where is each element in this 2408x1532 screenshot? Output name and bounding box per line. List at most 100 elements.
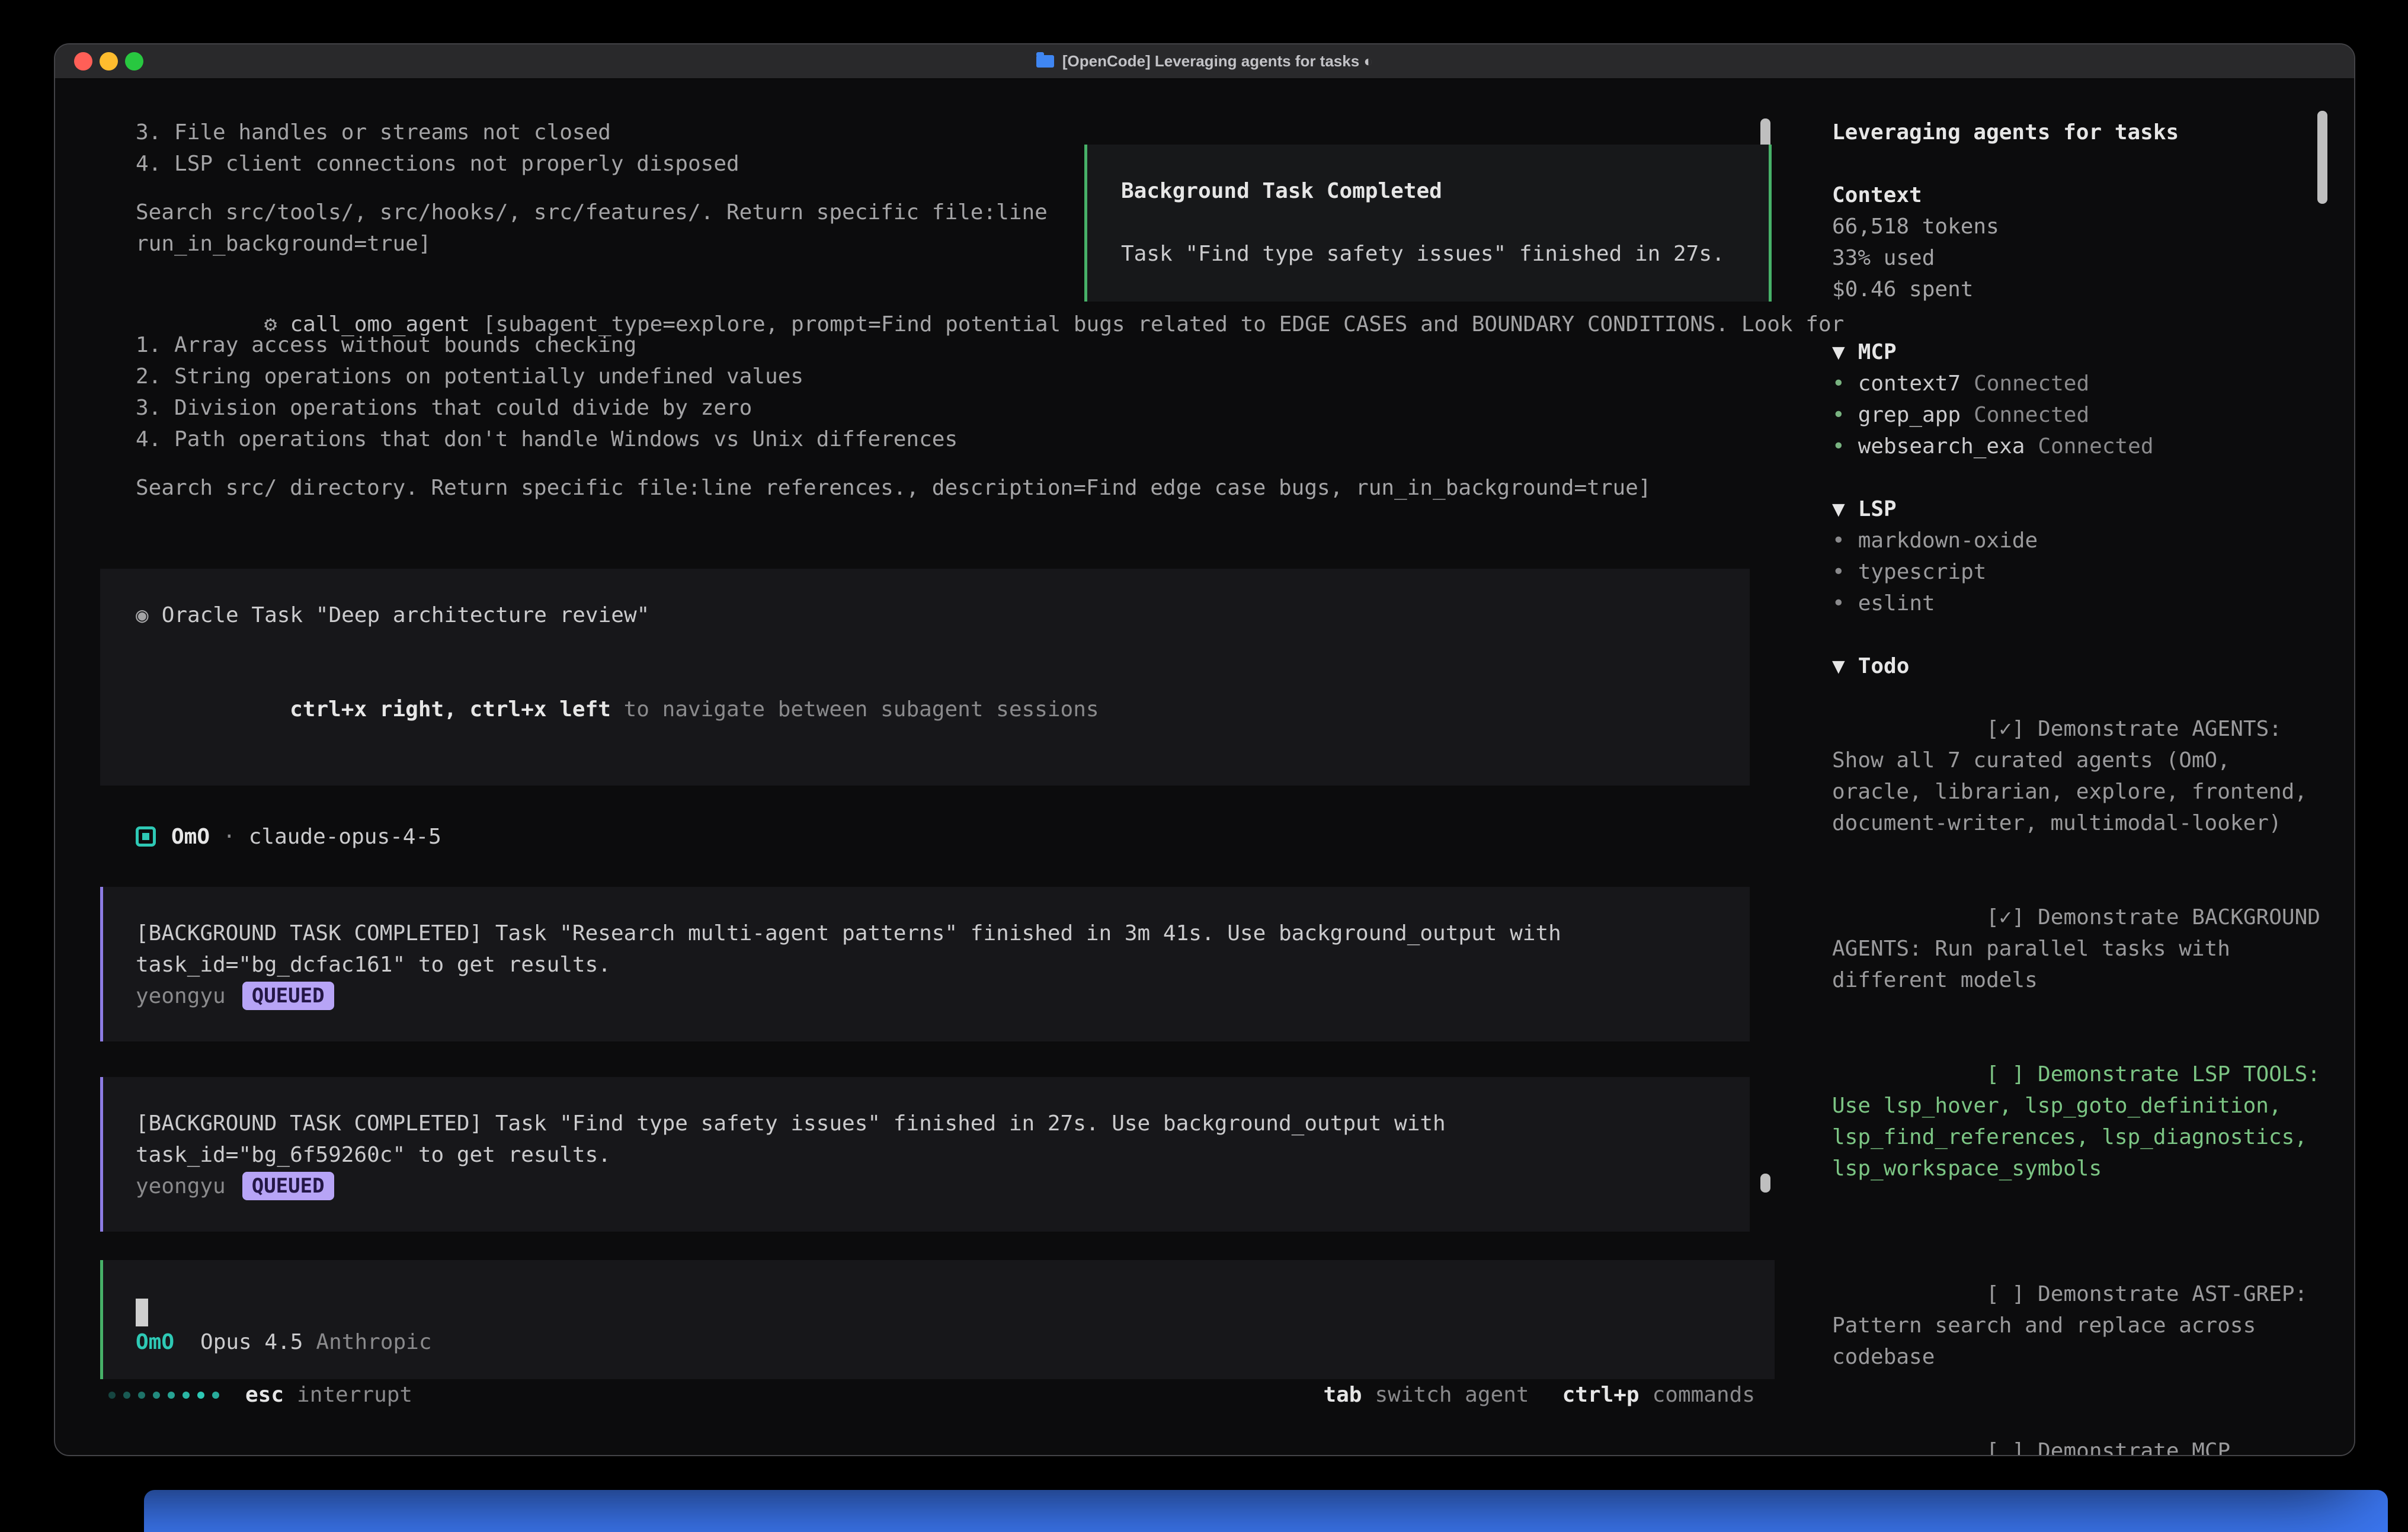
checkbox-empty-icon: [ ] xyxy=(1986,1282,2025,1306)
chevron-down-icon: ▼ xyxy=(1832,340,1845,364)
background-task-message: [BACKGROUND TASK COMPLETED] Task "Resear… xyxy=(100,887,1750,1041)
esc-key: esc xyxy=(245,1379,284,1411)
desktop-background: [OpenCode] Leveraging agents for tasks ◐… xyxy=(0,0,2408,1532)
session-title: Leveraging agents for tasks xyxy=(1832,117,2323,148)
oracle-task-title: Oracle Task "Deep architecture review" xyxy=(162,603,650,627)
mcp-heading: MCP xyxy=(1858,340,1897,364)
toast-body: Task "Find type safety issues" finished … xyxy=(1121,238,1751,270)
toast-title: Background Task Completed xyxy=(1121,175,1751,207)
queued-badge: QUEUED xyxy=(242,1172,334,1200)
tool-call-item: 3. Division operations that could divide… xyxy=(136,392,1771,424)
bullet-icon: • xyxy=(1832,371,1845,396)
status-bar: esc interrupt tab switch agent ctrl+p co… xyxy=(55,1379,1773,1411)
tab-key: tab xyxy=(1323,1379,1362,1411)
scrollbar-thumb[interactable] xyxy=(1760,1174,1770,1193)
agent-name: OmO xyxy=(171,821,210,852)
tab-hint: tab switch agent xyxy=(1323,1379,1529,1411)
lsp-heading: LSP xyxy=(1858,497,1897,521)
window-title-text: [OpenCode] Leveraging agents for tasks ◐ xyxy=(1062,52,1373,70)
agent-separator: · xyxy=(223,821,236,852)
prompt-input[interactable]: OmO Opus 4.5 Anthropic xyxy=(100,1260,1775,1379)
text-cursor xyxy=(136,1299,148,1326)
lsp-item: • markdown-oxide xyxy=(1832,525,2323,556)
background-task-toast: Background Task Completed Task "Find typ… xyxy=(1084,145,1772,302)
mcp-status: Connected xyxy=(1974,371,2089,396)
ctrlp-label: commands xyxy=(1653,1379,1755,1411)
mcp-name: websearch_exa xyxy=(1858,434,2025,459)
chat-transcript: 3. File handles or streams not closed 4.… xyxy=(55,79,1773,1455)
ctrlp-key: ctrl+p xyxy=(1562,1379,1640,1411)
lsp-name: markdown-oxide xyxy=(1858,528,2038,553)
todo-text: Demonstrate MCP INTEGRATIONS: Use contex… xyxy=(1832,1439,2243,1456)
input-provider-name: Anthropic xyxy=(316,1326,431,1358)
context-heading: Context xyxy=(1832,180,2323,211)
esc-hint: esc interrupt xyxy=(245,1379,412,1411)
transcript-line: 3. File handles or streams not closed xyxy=(136,117,1771,148)
oracle-task-panel: ◉Oracle Task "Deep architecture review" … xyxy=(100,569,1750,786)
todo-text: Demonstrate BACKGROUND AGENTS: Run paral… xyxy=(1832,905,2333,992)
mcp-status: Connected xyxy=(2038,434,2153,459)
mcp-name: grep_app xyxy=(1858,403,1961,427)
lsp-item: • typescript xyxy=(1832,556,2323,588)
checkbox-checked-icon: [✓] xyxy=(1986,905,2025,930)
lsp-name: typescript xyxy=(1858,560,1987,584)
oracle-hint-keys: ctrl+x right, ctrl+x left xyxy=(290,697,611,722)
todo-section-toggle[interactable]: ▼ Todo xyxy=(1832,650,2323,682)
input-model-name: Opus 4.5 xyxy=(200,1326,303,1358)
tool-call-item: 1. Array access without bounds checking xyxy=(136,329,1771,361)
folder-icon xyxy=(1036,55,1054,68)
todo-item: [✓]Demonstrate AGENTS: Show all 7 curate… xyxy=(1832,682,2323,870)
bullet-icon: • xyxy=(1832,560,1845,584)
mcp-name: context7 xyxy=(1858,371,1961,396)
tab-label: switch agent xyxy=(1375,1379,1529,1411)
todo-item: [ ]Demonstrate MCP INTEGRATIONS: Use con… xyxy=(1832,1404,2323,1456)
model-indicator: OmO Opus 4.5 Anthropic xyxy=(136,1326,1775,1358)
scrollbar-thumb[interactable] xyxy=(2317,111,2327,204)
message-author: yeongyu xyxy=(136,1171,226,1202)
checkbox-checked-icon: [✓] xyxy=(1986,717,2025,741)
mcp-section-toggle[interactable]: ▼ MCP xyxy=(1832,336,2323,368)
esc-label: interrupt xyxy=(297,1379,412,1411)
chevron-down-icon: ▼ xyxy=(1832,497,1845,521)
todo-text: Demonstrate AGENTS: Show all 7 curated a… xyxy=(1832,717,2320,835)
mcp-item: • grep_app Connected xyxy=(1832,399,2323,431)
checkbox-empty-icon: [ ] xyxy=(1986,1062,2025,1086)
bullet-icon: • xyxy=(1832,434,1845,459)
mcp-item: • websearch_exa Connected xyxy=(1832,431,2323,462)
lsp-section-toggle[interactable]: ▼ LSP xyxy=(1832,493,2323,525)
tool-call-item: 2. String operations on potentially unde… xyxy=(136,361,1771,392)
sidebar: Leveraging agents for tasks Context 66,5… xyxy=(1773,79,2355,1455)
input-agent-name: OmO xyxy=(136,1326,174,1358)
queued-badge: QUEUED xyxy=(242,982,334,1010)
terminal-content: 3. File handles or streams not closed 4.… xyxy=(55,79,2354,1455)
context-tokens: 66,518 tokens xyxy=(1832,211,2323,242)
window-title: [OpenCode] Leveraging agents for tasks ◐ xyxy=(55,52,2354,70)
commands-hint: ctrl+p commands xyxy=(1562,1379,1755,1411)
bullet-icon: • xyxy=(1832,528,1845,553)
oracle-icon: ◉ xyxy=(136,603,149,627)
bullet-icon: • xyxy=(1832,403,1845,427)
background-window-strip xyxy=(144,1490,2388,1532)
agent-header: OmO · claude-opus-4-5 xyxy=(136,821,1771,852)
chevron-down-icon: ▼ xyxy=(1832,654,1845,678)
lsp-item: •eslint xyxy=(1832,588,2323,619)
background-task-message: [BACKGROUND TASK COMPLETED] Task "Find t… xyxy=(100,1077,1750,1232)
spinner-dots xyxy=(108,1392,219,1399)
todo-heading: Todo xyxy=(1858,654,1910,678)
agent-checkbox-icon xyxy=(136,826,156,847)
message-line: [BACKGROUND TASK COMPLETED] Task "Resear… xyxy=(136,918,1726,949)
checkbox-empty-icon: [ ] xyxy=(1986,1439,2025,1456)
oracle-hint-text: to navigate between subagent sessions xyxy=(611,697,1099,722)
todo-text: Demonstrate AST-GREP: Pattern search and… xyxy=(1832,1282,2320,1369)
message-line: [BACKGROUND TASK COMPLETED] Task "Find t… xyxy=(136,1108,1726,1139)
agent-model: claude-opus-4-5 xyxy=(249,821,441,852)
context-used: 33% used xyxy=(1832,242,2323,274)
todo-item: [✓]Demonstrate BACKGROUND AGENTS: Run pa… xyxy=(1832,870,2323,1027)
mcp-status: Connected xyxy=(1974,403,2089,427)
context-spent: $0.46 spent xyxy=(1832,274,2323,305)
mcp-item: • context7 Connected xyxy=(1832,368,2323,399)
message-author: yeongyu xyxy=(136,980,226,1012)
tool-call-item: 4. Path operations that don't handle Win… xyxy=(136,424,1771,455)
todo-text: Demonstrate LSP TOOLS: Use lsp_hover, ls… xyxy=(1832,1062,2333,1181)
bullet-icon: • xyxy=(1832,591,1845,616)
